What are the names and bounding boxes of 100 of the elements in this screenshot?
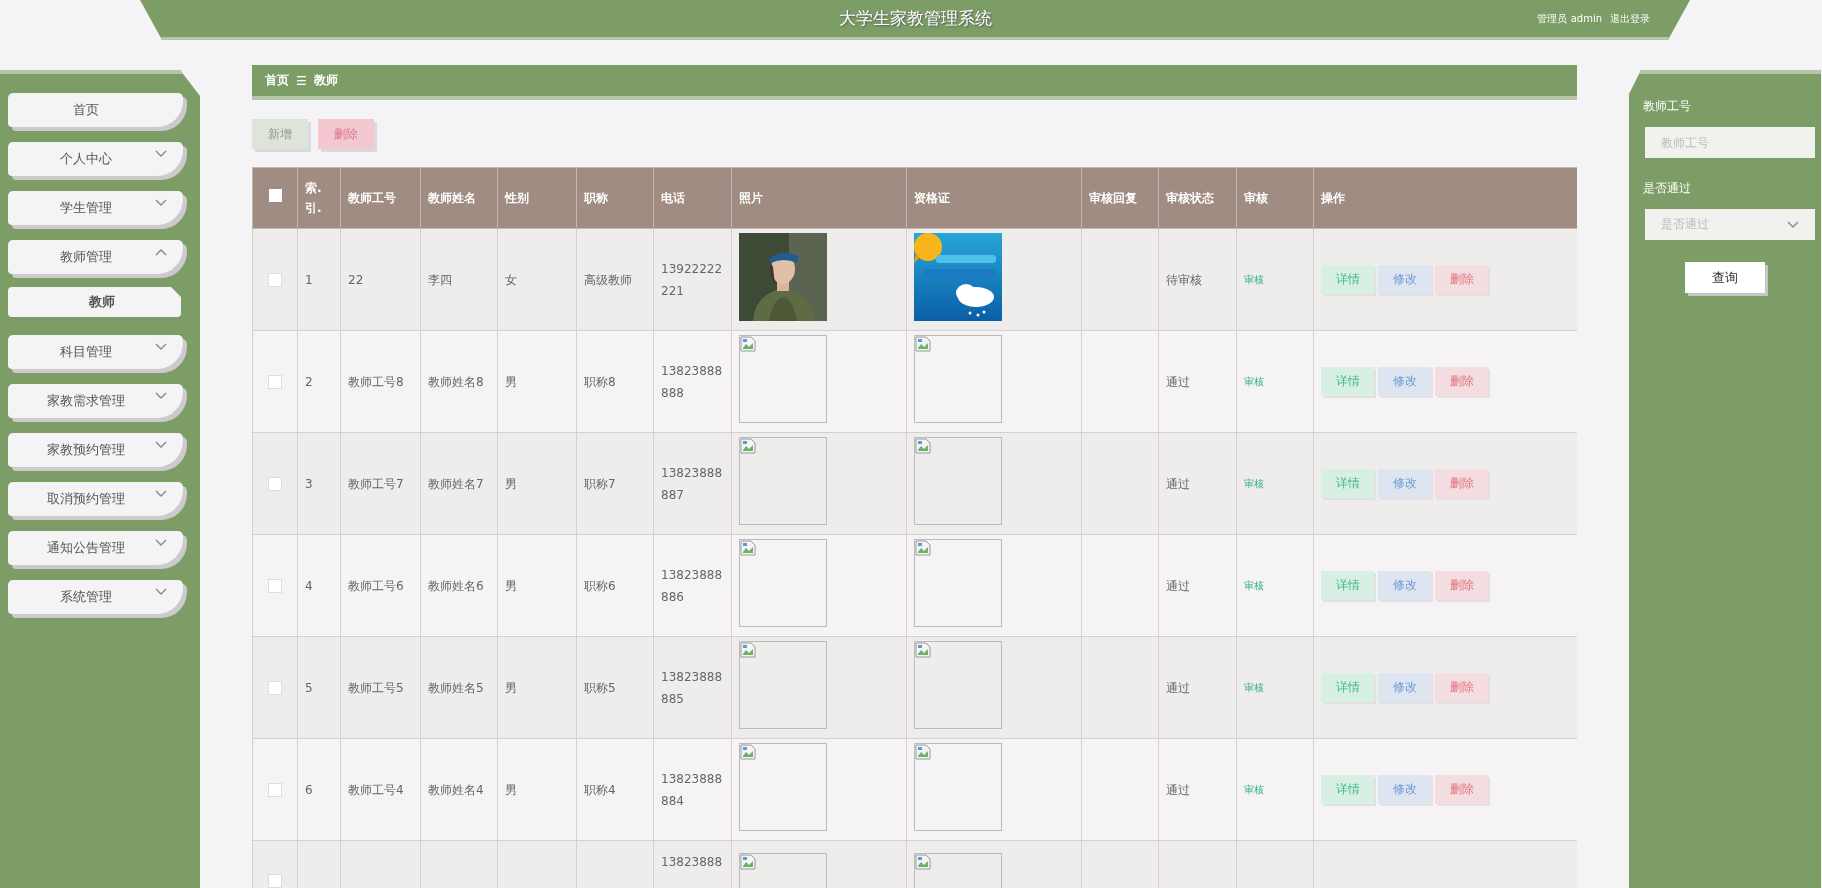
table-cell: 13922222221 <box>661 261 723 298</box>
table-cell: 通过 <box>1166 374 1190 389</box>
row-checkbox[interactable] <box>268 681 282 695</box>
column-header: 审核 <box>1236 167 1314 229</box>
chevron-down-icon <box>155 343 167 351</box>
column-header: 审核状态 <box>1158 167 1237 229</box>
delete-button[interactable]: 删除 <box>1435 469 1488 498</box>
review-link[interactable]: 审核 <box>1244 682 1264 693</box>
chevron-down-icon <box>155 539 167 547</box>
broken-image-icon <box>915 642 931 658</box>
breadcrumb-link[interactable]: 首页 <box>265 72 289 89</box>
chevron-down-icon <box>155 150 167 158</box>
table-cell: 通过 <box>1166 782 1190 797</box>
review-link[interactable]: 审核 <box>1244 376 1264 387</box>
chevron-down-icon <box>155 392 167 400</box>
table-cell: 5 <box>305 680 313 695</box>
delete-button[interactable]: 删除 <box>1435 367 1488 396</box>
broken-image-icon <box>740 336 756 352</box>
sidebar-subitem[interactable]: 教师 <box>8 287 181 317</box>
chevron-down-icon <box>155 441 167 449</box>
column-header: 审核回复 <box>1081 167 1159 229</box>
table-cell: 22 <box>348 272 364 287</box>
table-cell: 13823888887 <box>661 465 723 502</box>
breadcrumb-separator: ☰ <box>296 73 307 88</box>
app-title: 大学生家教管理系统 <box>838 7 992 30</box>
logout-link[interactable]: 退出登录 <box>1610 11 1650 26</box>
table-cell: 教师姓名6 <box>428 578 484 593</box>
detail-button[interactable]: 详情 <box>1321 571 1374 600</box>
table-cell: 女 <box>505 272 517 287</box>
add-button[interactable]: 新增 <box>252 119 308 149</box>
chevron-up-icon <box>155 248 167 256</box>
broken-image-icon <box>915 438 931 454</box>
detail-button[interactable]: 详情 <box>1321 775 1374 804</box>
broken-image-icon <box>740 744 756 760</box>
column-header: 照片 <box>731 167 907 229</box>
table-cell: 男 <box>505 374 517 389</box>
table-cell: 职称4 <box>584 782 616 797</box>
edit-button[interactable]: 修改 <box>1378 469 1431 498</box>
detail-button[interactable]: 详情 <box>1321 469 1374 498</box>
row-checkbox[interactable] <box>268 873 282 888</box>
table-cell: 教师工号8 <box>348 374 404 389</box>
detail-button[interactable]: 详情 <box>1321 265 1374 294</box>
row-checkbox[interactable] <box>268 273 282 287</box>
row-checkbox[interactable] <box>268 477 282 491</box>
table-cell: 3 <box>305 476 313 491</box>
delete-button[interactable]: 删除 <box>1435 571 1488 600</box>
review-link[interactable]: 审核 <box>1244 784 1264 795</box>
table-cell: 职称7 <box>584 476 616 491</box>
table-cell: 职称8 <box>584 374 616 389</box>
detail-button[interactable]: 详情 <box>1321 673 1374 702</box>
detail-button[interactable]: 详情 <box>1321 367 1374 396</box>
table-cell: 教师姓名7 <box>428 476 484 491</box>
broken-image-icon <box>740 438 756 454</box>
select-all-checkbox[interactable] <box>268 189 282 202</box>
column-header: 电话 <box>653 167 732 229</box>
edit-button[interactable]: 修改 <box>1378 265 1431 294</box>
table-cell: 教师工号5 <box>348 680 404 695</box>
table-cell: 通过 <box>1166 680 1190 695</box>
broken-image-icon <box>740 642 756 658</box>
chevron-down-icon <box>155 588 167 596</box>
broken-image-icon <box>740 540 756 556</box>
column-header: 资格证 <box>906 167 1082 229</box>
table-cell: 13823888888 <box>661 363 723 400</box>
row-checkbox[interactable] <box>268 375 282 389</box>
table-cell: 13823888884 <box>661 771 723 808</box>
column-header: 操作 <box>1313 167 1577 229</box>
delete-button[interactable]: 删除 <box>1435 673 1488 702</box>
edit-button[interactable]: 修改 <box>1378 571 1431 600</box>
table-cell: 待审核 <box>1166 272 1202 287</box>
table-cell: 1 <box>305 272 313 287</box>
table-cell: 教师姓名4 <box>428 782 484 797</box>
delete-button[interactable]: 删除 <box>318 119 374 149</box>
table-cell: 职称5 <box>584 680 616 695</box>
table-cell: 教师工号4 <box>348 782 404 797</box>
review-link[interactable]: 审核 <box>1244 274 1264 285</box>
chevron-down-icon <box>1787 220 1799 229</box>
review-link[interactable]: 审核 <box>1244 478 1264 489</box>
table-cell: 4 <box>305 578 313 593</box>
table-cell: 通过 <box>1166 578 1190 593</box>
row-checkbox[interactable] <box>268 783 282 797</box>
delete-button[interactable]: 删除 <box>1435 775 1488 804</box>
broken-image-icon <box>915 854 931 870</box>
search-button[interactable]: 查询 <box>1685 262 1765 293</box>
table-cell: 教师工号7 <box>348 476 404 491</box>
broken-image-icon <box>915 336 931 352</box>
column-header: 索.引. <box>297 167 341 229</box>
delete-button[interactable]: 删除 <box>1435 265 1488 294</box>
broken-image-icon <box>915 540 931 556</box>
edit-button[interactable]: 修改 <box>1378 367 1431 396</box>
column-header: 教师姓名 <box>420 167 498 229</box>
table-cell: 教师工号6 <box>348 578 404 593</box>
review-link[interactable]: 审核 <box>1244 580 1264 591</box>
user-label: 管理员 admin <box>1537 11 1602 26</box>
table-cell: 李四 <box>428 272 452 287</box>
table-cell: 13823888 <box>661 855 723 869</box>
table-cell: 教师姓名8 <box>428 374 484 389</box>
table-cell: 6 <box>305 782 313 797</box>
edit-button[interactable]: 修改 <box>1378 673 1431 702</box>
edit-button[interactable]: 修改 <box>1378 775 1431 804</box>
row-checkbox[interactable] <box>268 579 282 593</box>
